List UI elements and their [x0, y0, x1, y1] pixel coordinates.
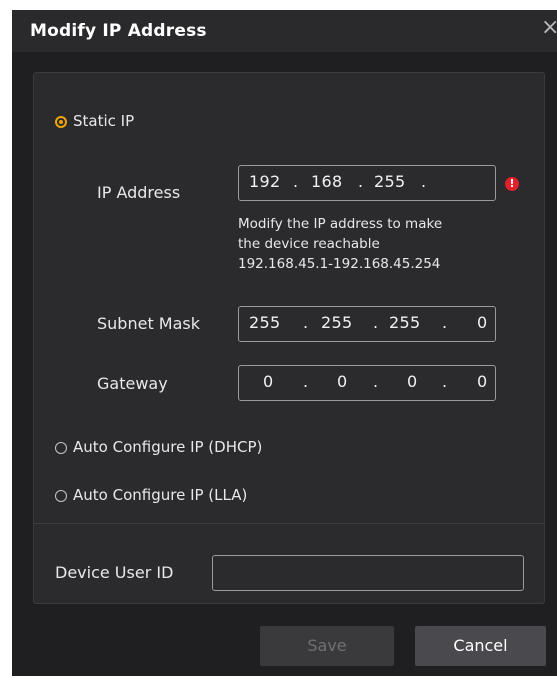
settings-panel: Static IP IP Address 192 . 168 . 255 . !…	[33, 72, 545, 604]
subnet-mask-octet-3[interactable]: 255	[389, 313, 420, 332]
static-ip-label[interactable]: Static IP	[73, 112, 134, 130]
ip-address-octet-3[interactable]: 255	[374, 172, 405, 191]
panel-divider	[34, 523, 544, 524]
dhcp-label[interactable]: Auto Configure IP (DHCP)	[73, 438, 262, 456]
subnet-mask-octet-1[interactable]: 255	[249, 313, 280, 332]
subnet-mask-octet-2[interactable]: 255	[321, 313, 352, 332]
ip-address-octet-2[interactable]: 168	[311, 172, 342, 191]
ip-hint-line-3: 192.168.45.1-192.168.45.254	[238, 256, 441, 272]
gateway-input[interactable]: 0 . 0 . 0 . 0	[238, 365, 496, 401]
device-user-id-input[interactable]	[212, 555, 524, 591]
gateway-octet-3[interactable]: 0	[407, 372, 417, 391]
ip-hint-line-1: Modify the IP address to make	[238, 216, 443, 232]
subnet-mask-input[interactable]: 255 . 255 . 255 . 0	[238, 306, 496, 342]
dialog-titlebar: Modify IP Address ×	[12, 10, 557, 52]
ip-address-label: IP Address	[97, 183, 181, 202]
ip-hint-line-2: the device reachable	[238, 236, 380, 252]
subnet-mask-label: Subnet Mask	[97, 314, 201, 333]
ip-address-dot-1: .	[293, 172, 299, 191]
cancel-button[interactable]: Cancel	[415, 626, 546, 666]
subnet-mask-dot-1: .	[303, 313, 309, 332]
gateway-dot-1: .	[303, 372, 309, 391]
error-icon: !	[505, 177, 519, 191]
ip-address-input[interactable]: 192 . 168 . 255 .	[238, 165, 496, 201]
close-icon[interactable]: ×	[541, 17, 557, 39]
lla-label[interactable]: Auto Configure IP (LLA)	[73, 486, 247, 504]
subnet-mask-octet-4[interactable]: 0	[477, 313, 487, 332]
static-ip-radio[interactable]	[55, 116, 67, 128]
ip-address-octet-1[interactable]: 192	[249, 172, 280, 191]
gateway-octet-2[interactable]: 0	[337, 372, 347, 391]
gateway-dot-3: .	[442, 372, 448, 391]
gateway-octet-1[interactable]: 0	[263, 372, 273, 391]
gateway-label: Gateway	[97, 374, 168, 393]
subnet-mask-dot-3: .	[442, 313, 448, 332]
dhcp-radio[interactable]	[55, 442, 67, 454]
save-button[interactable]: Save	[260, 626, 394, 666]
modify-ip-dialog: Modify IP Address × Static IP IP Address…	[12, 10, 557, 676]
dialog-title: Modify IP Address	[30, 21, 207, 41]
lla-radio[interactable]	[55, 490, 67, 502]
device-user-id-label: Device User ID	[55, 563, 174, 582]
gateway-octet-4[interactable]: 0	[477, 372, 487, 391]
subnet-mask-dot-2: .	[373, 313, 379, 332]
gateway-dot-2: .	[373, 372, 379, 391]
ip-address-dot-2: .	[358, 172, 364, 191]
ip-address-dot-3: .	[421, 172, 427, 191]
